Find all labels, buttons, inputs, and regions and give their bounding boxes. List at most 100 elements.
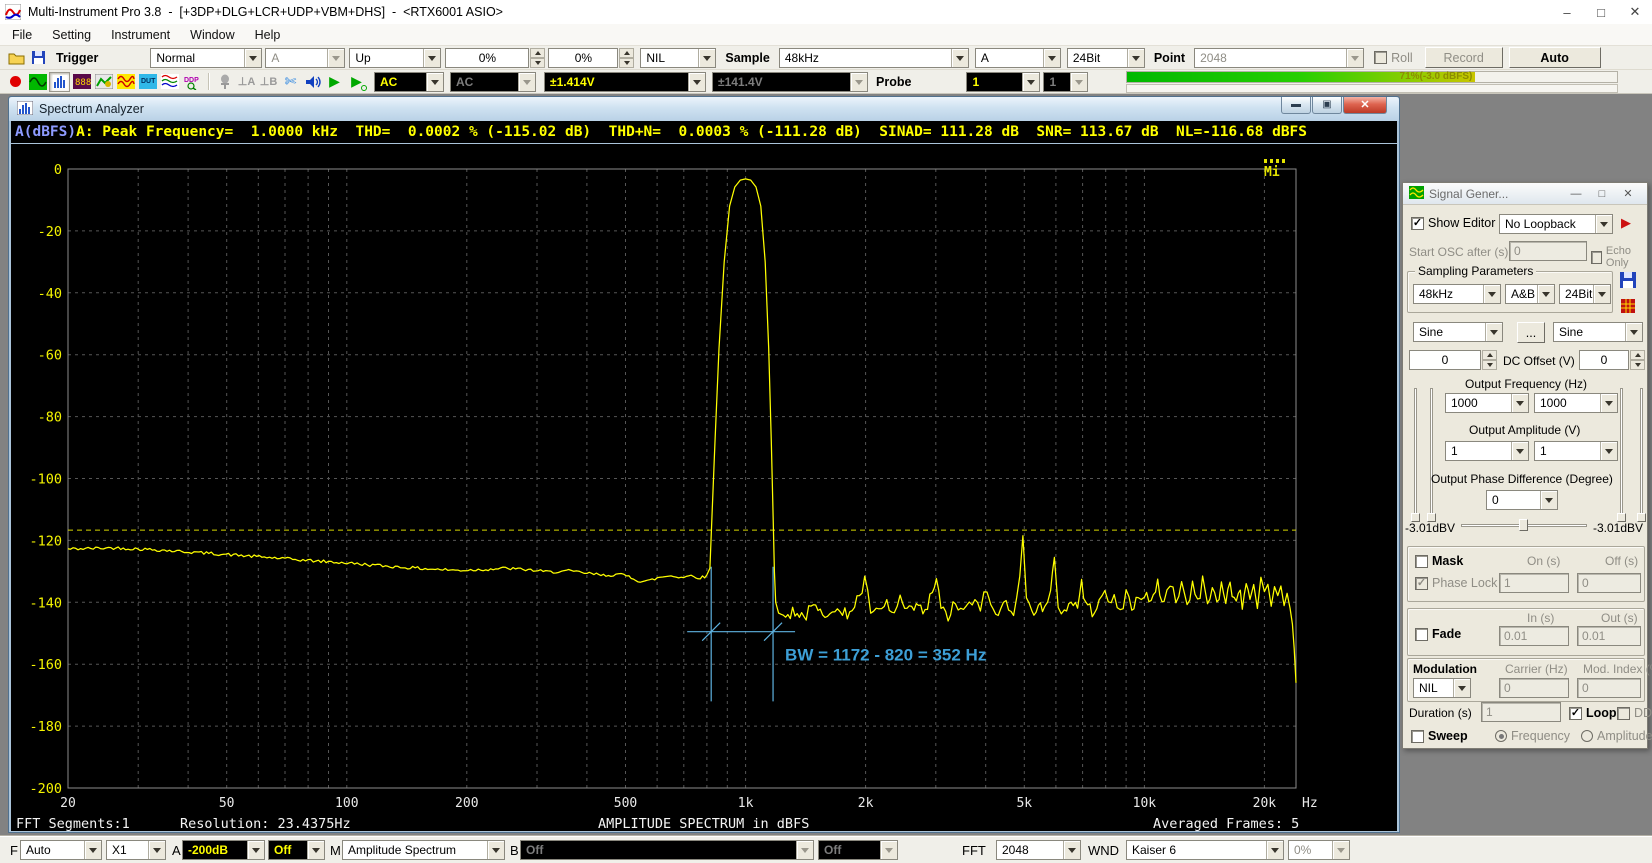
frequency-a-select[interactable]: 1000	[1445, 393, 1529, 413]
close-button[interactable]: ✕	[1618, 0, 1652, 24]
trigger-frequency-select[interactable]: NIL	[640, 48, 716, 68]
siggen-channels-select[interactable]: A&B	[1505, 284, 1555, 304]
range-a-select[interactable]: ±1.414V	[544, 72, 706, 92]
app-title-bar: Multi-Instrument Pro 3.8 - [+3DP+DLG+LCR…	[0, 0, 1652, 24]
multimeter-icon[interactable]: 888	[71, 72, 92, 92]
menu-setting[interactable]: Setting	[42, 28, 101, 42]
show-editor-checkbox[interactable]: ✓Show Editor	[1411, 216, 1495, 230]
sweep-checkbox[interactable]: Sweep	[1411, 729, 1468, 743]
waveform-a-select[interactable]: Sine	[1413, 322, 1503, 342]
siggen-title-bar[interactable]: Signal Gener... — □ ✕	[1403, 183, 1647, 205]
chevron-down-icon	[1483, 285, 1500, 303]
trigger-delay-spinner[interactable]: 0%	[548, 48, 634, 68]
amplitude-slider-b-right[interactable]	[1637, 388, 1646, 522]
probe-a-select[interactable]: 1	[966, 72, 1040, 92]
svg-text:888: 888	[75, 78, 91, 88]
measurement-mode-select[interactable]: Amplitude Spectrum	[342, 840, 505, 860]
trigger-mode-select[interactable]: Normal	[150, 48, 262, 68]
siggen-run-icon[interactable]: ▶	[1621, 215, 1631, 231]
stats-values: A: Peak Frequency= 1.0000 kHz THD= 0.000…	[76, 124, 1307, 140]
sample-rate-select[interactable]: 48kHz	[779, 48, 969, 68]
siggen-close-button[interactable]: ✕	[1615, 187, 1641, 200]
oscilloscope-icon[interactable]	[27, 72, 48, 92]
svg-text:Hz: Hz	[1302, 796, 1318, 811]
a-range-select[interactable]: -200dB	[182, 840, 265, 860]
signal-generator-icon[interactable]	[115, 72, 136, 92]
amplitude-slider-b-left[interactable]	[1617, 388, 1626, 522]
siggen-sample-rate-select[interactable]: 48kHz	[1413, 284, 1501, 304]
probe-label: Probe	[876, 75, 911, 89]
menu-window[interactable]: Window	[180, 28, 244, 42]
auto-button[interactable]: Auto	[1509, 47, 1601, 68]
fade-out-label: Out (s)	[1601, 611, 1638, 625]
open-file-icon[interactable]	[6, 48, 27, 68]
amplitude-slider-a-right[interactable]	[1427, 388, 1436, 522]
speaker-icon[interactable]	[302, 72, 323, 92]
probe-calibration-icon[interactable]: ✄	[280, 72, 301, 92]
menu-instrument[interactable]: Instrument	[101, 28, 180, 42]
a-extra-select[interactable]: Off	[268, 840, 325, 860]
phase-select[interactable]: 0	[1486, 490, 1558, 510]
spectrum-chart-area[interactable]: 0-20-40-60-80-100-120-140-160-180-200205…	[11, 144, 1397, 831]
balance-slider[interactable]	[1461, 518, 1587, 532]
svg-text:500: 500	[614, 796, 637, 811]
modulation-select[interactable]: NIL	[1413, 678, 1471, 698]
loopback-select[interactable]: No Loopback	[1499, 214, 1613, 234]
zoom-select[interactable]: X1	[106, 840, 166, 860]
frequency-b-select[interactable]: 1000	[1534, 393, 1618, 413]
trigger-level-spinner[interactable]: 0%	[445, 48, 545, 68]
amplitude-slider-a-left[interactable]	[1411, 388, 1420, 522]
record-icon[interactable]	[5, 72, 26, 92]
window-function-select[interactable]: Kaiser 6	[1126, 840, 1284, 860]
spectrum-analyzer-icon[interactable]	[49, 72, 70, 92]
spectrum-chart[interactable]: 0-20-40-60-80-100-120-140-160-180-200205…	[11, 144, 1397, 831]
spectrum-restore-button[interactable]: ▣	[1312, 97, 1342, 114]
sample-label: Sample	[725, 51, 769, 65]
minimize-button[interactable]: –	[1550, 0, 1584, 24]
siggen-save-icon[interactable]	[1619, 271, 1637, 292]
spectrum-close-button[interactable]: ✕	[1343, 97, 1387, 114]
siggen-minimize-button[interactable]: —	[1563, 188, 1589, 200]
spectrum-minimize-button[interactable]: ▬	[1281, 97, 1311, 114]
waveform-more-button[interactable]: ...	[1517, 322, 1545, 343]
menu-help[interactable]: Help	[245, 28, 291, 42]
frequency-axis-select[interactable]: Auto	[20, 840, 102, 860]
fade-checkbox[interactable]: Fade	[1415, 627, 1461, 641]
run-loop-icon[interactable]: ▶	[346, 72, 367, 92]
amplitude-b-select[interactable]: 1	[1534, 441, 1618, 461]
ddp-viewer-icon[interactable]: DDP	[181, 72, 202, 92]
start-osc-input: 0	[1509, 241, 1587, 261]
dc-offset-b-spinner[interactable]: 0	[1579, 350, 1645, 370]
amplitude-a-select[interactable]: 1	[1445, 441, 1529, 461]
bit-depth-select[interactable]: 24Bit	[1067, 48, 1145, 68]
mod-index-input: 0	[1577, 678, 1641, 698]
coupling-a-select[interactable]: AC	[374, 72, 444, 92]
siggen-bits-select[interactable]: 24Bit	[1559, 284, 1611, 304]
loop-checkbox[interactable]: ✓Loop	[1569, 706, 1617, 720]
svg-text:-60: -60	[38, 348, 62, 364]
dut-analyzer-icon[interactable]: DUT	[137, 72, 158, 92]
fft-size-select[interactable]: 2048	[996, 840, 1081, 860]
spectrogram-icon[interactable]	[93, 72, 114, 92]
maximize-button[interactable]: □	[1584, 0, 1618, 24]
dc-offset-a-spinner[interactable]: 0	[1409, 350, 1497, 370]
save-icon[interactable]	[28, 48, 49, 68]
spectrum-window-title-bar[interactable]: Spectrum Analyzer ▬ ▣ ✕	[9, 97, 1399, 121]
mask-checkbox[interactable]: Mask	[1415, 554, 1463, 568]
range-b-select: ±141.4V	[712, 72, 868, 92]
svg-text:-20: -20	[38, 224, 62, 240]
derived-trace-icon[interactable]	[159, 72, 180, 92]
run-icon[interactable]: ▶	[324, 72, 345, 92]
start-osc-label: Start OSC after (s)	[1409, 245, 1508, 259]
siggen-grid-icon[interactable]	[1620, 297, 1636, 318]
carrier-input: 0	[1499, 678, 1569, 698]
svg-text:-120: -120	[29, 533, 62, 549]
waveform-b-select[interactable]: Sine	[1553, 322, 1643, 342]
trigger-edge-select[interactable]: Up	[349, 48, 441, 68]
record-button: Record	[1425, 47, 1503, 68]
menu-file[interactable]: File	[2, 28, 42, 42]
siggen-maximize-button[interactable]: □	[1589, 188, 1615, 200]
toolbar-separator	[208, 73, 209, 90]
sample-channel-select[interactable]: A	[975, 48, 1061, 68]
chevron-down-icon	[1332, 841, 1349, 859]
